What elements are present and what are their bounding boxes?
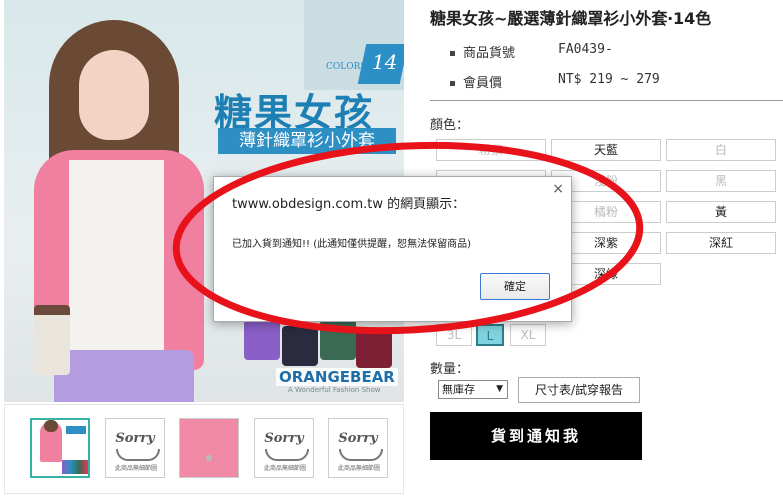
member-price-label: 會員價 [463, 76, 503, 91]
thumbnail-strip: Sorry 此商品無細節圖 Sorry 此商品無細節圖 Sorry 此商品無細節… [4, 412, 404, 492]
brand-subtitle: 薄針織罩衫小外套 [218, 128, 396, 154]
quantity-label: 數量： [430, 362, 470, 377]
quantity-select[interactable]: 無庫存 ▼ [438, 380, 508, 399]
notify-me-button[interactable]: 貨到通知我 [430, 412, 642, 460]
color-label: 顏色： [430, 118, 470, 133]
close-icon[interactable]: × [552, 181, 564, 197]
thumbnail-1[interactable] [30, 418, 90, 478]
color-option[interactable]: 天藍 [551, 139, 661, 161]
hanger-icon [265, 449, 309, 461]
dialog-title: twww.obdesign.com.tw 的網頁顯示： [232, 197, 466, 212]
sorry-text: Sorry [264, 431, 304, 446]
ok-button[interactable]: 確定 [480, 273, 550, 300]
size-option-3l[interactable]: 3L [436, 324, 472, 346]
product-title: 糖果女孩~嚴選薄針織罩衫小外套‧14色 [430, 9, 712, 28]
member-price-row: 會員價 NT$ 219 ~ 279 [450, 72, 660, 91]
sorry-text: Sorry [338, 431, 378, 446]
color-option[interactable]: 黑 [666, 170, 776, 192]
thumbnail-2[interactable]: Sorry 此商品無細節圖 [105, 418, 165, 478]
no-detail-text: 此商品無細節圖 [263, 465, 306, 472]
sorry-text: Sorry [115, 431, 155, 446]
size-option-l[interactable]: L [476, 324, 504, 346]
dialog-message: 已加入貨到通知!! (此通知僅供提醒，恕無法保留商品) [232, 239, 471, 250]
bullet-icon [450, 51, 455, 56]
product-code-row: 商品貨號 FA0439- [450, 42, 613, 61]
product-code-value: FA0439- [558, 42, 613, 57]
no-detail-text: 此商品無細節圖 [114, 465, 157, 472]
quantity-select-value: 無庫存 [442, 383, 475, 396]
member-price-value: NT$ 219 ~ 279 [558, 72, 660, 87]
color-option[interactable]: 粉紫 [436, 139, 546, 161]
divider [430, 100, 783, 101]
thumbnail-5[interactable]: Sorry 此商品無細節圖 [328, 418, 388, 478]
thumbnail-4[interactable]: Sorry 此商品無細節圖 [254, 418, 314, 478]
model-figure [24, 20, 224, 402]
colors-label: COLORS [326, 62, 367, 72]
bullet-icon [450, 81, 455, 86]
color-option[interactable]: 白 [666, 139, 776, 161]
hanger-icon [116, 449, 160, 461]
chevron-down-icon: ▼ [496, 384, 503, 394]
watermark-logo: ORANGEBEAR [276, 368, 398, 386]
watermark-sub: A Wonderful Fashion Show [288, 386, 381, 394]
colors-count: 14 [372, 50, 398, 74]
color-option[interactable]: 深紅 [666, 232, 776, 254]
size-chart-button[interactable]: 尺寸表/試穿報告 [518, 377, 640, 403]
alert-dialog: twww.obdesign.com.tw 的網頁顯示： × 已加入貨到通知!! … [213, 176, 572, 322]
no-detail-text: 此商品無細節圖 [337, 465, 380, 472]
size-option-xl[interactable]: XL [510, 324, 546, 346]
hanger-icon [339, 449, 383, 461]
color-option[interactable]: 黃 [666, 201, 776, 223]
product-code-label: 商品貨號 [463, 46, 516, 61]
thumbnail-3[interactable] [179, 418, 239, 478]
